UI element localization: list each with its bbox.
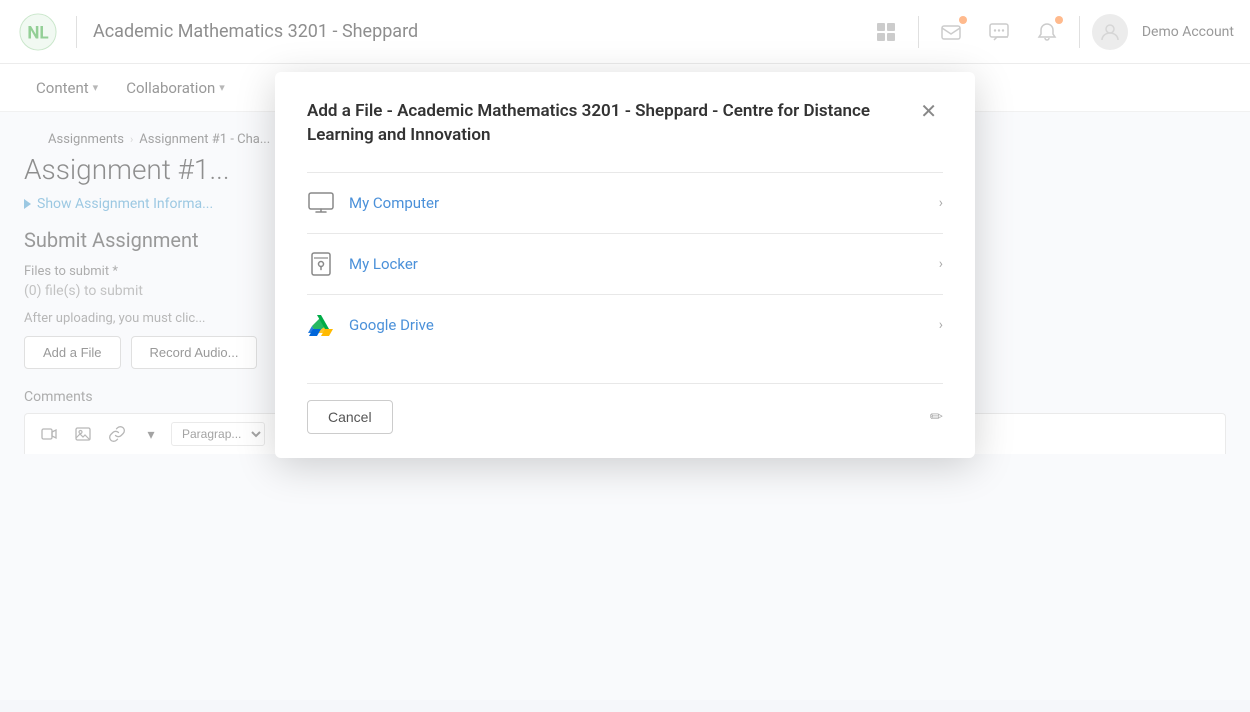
my-computer-option[interactable]: My Computer › bbox=[307, 172, 943, 233]
modal-footer: Cancel ✏ bbox=[307, 383, 943, 434]
my-locker-option[interactable]: My Locker › bbox=[307, 233, 943, 294]
google-drive-option[interactable]: Google Drive › bbox=[307, 294, 943, 355]
google-drive-chevron-icon: › bbox=[939, 317, 943, 333]
add-file-modal: Add a File - Academic Mathematics 3201 -… bbox=[275, 72, 975, 458]
my-locker-option-left: My Locker bbox=[307, 250, 418, 278]
modal-header: Add a File - Academic Mathematics 3201 -… bbox=[307, 100, 943, 148]
google-drive-option-left: Google Drive bbox=[307, 311, 434, 339]
my-computer-chevron-icon: › bbox=[939, 195, 943, 211]
google-drive-icon bbox=[307, 311, 335, 339]
my-computer-label: My Computer bbox=[349, 194, 439, 212]
my-locker-icon bbox=[307, 250, 335, 278]
edit-icon: ✏ bbox=[930, 407, 943, 426]
my-computer-option-left: My Computer bbox=[307, 189, 439, 217]
cancel-button[interactable]: Cancel bbox=[307, 400, 393, 434]
modal-close-button[interactable]: ✕ bbox=[914, 100, 943, 124]
modal-title: Add a File - Academic Mathematics 3201 -… bbox=[307, 100, 887, 148]
my-computer-icon bbox=[307, 189, 335, 217]
google-drive-label: Google Drive bbox=[349, 316, 434, 334]
my-locker-chevron-icon: › bbox=[939, 256, 943, 272]
my-locker-label: My Locker bbox=[349, 255, 418, 273]
